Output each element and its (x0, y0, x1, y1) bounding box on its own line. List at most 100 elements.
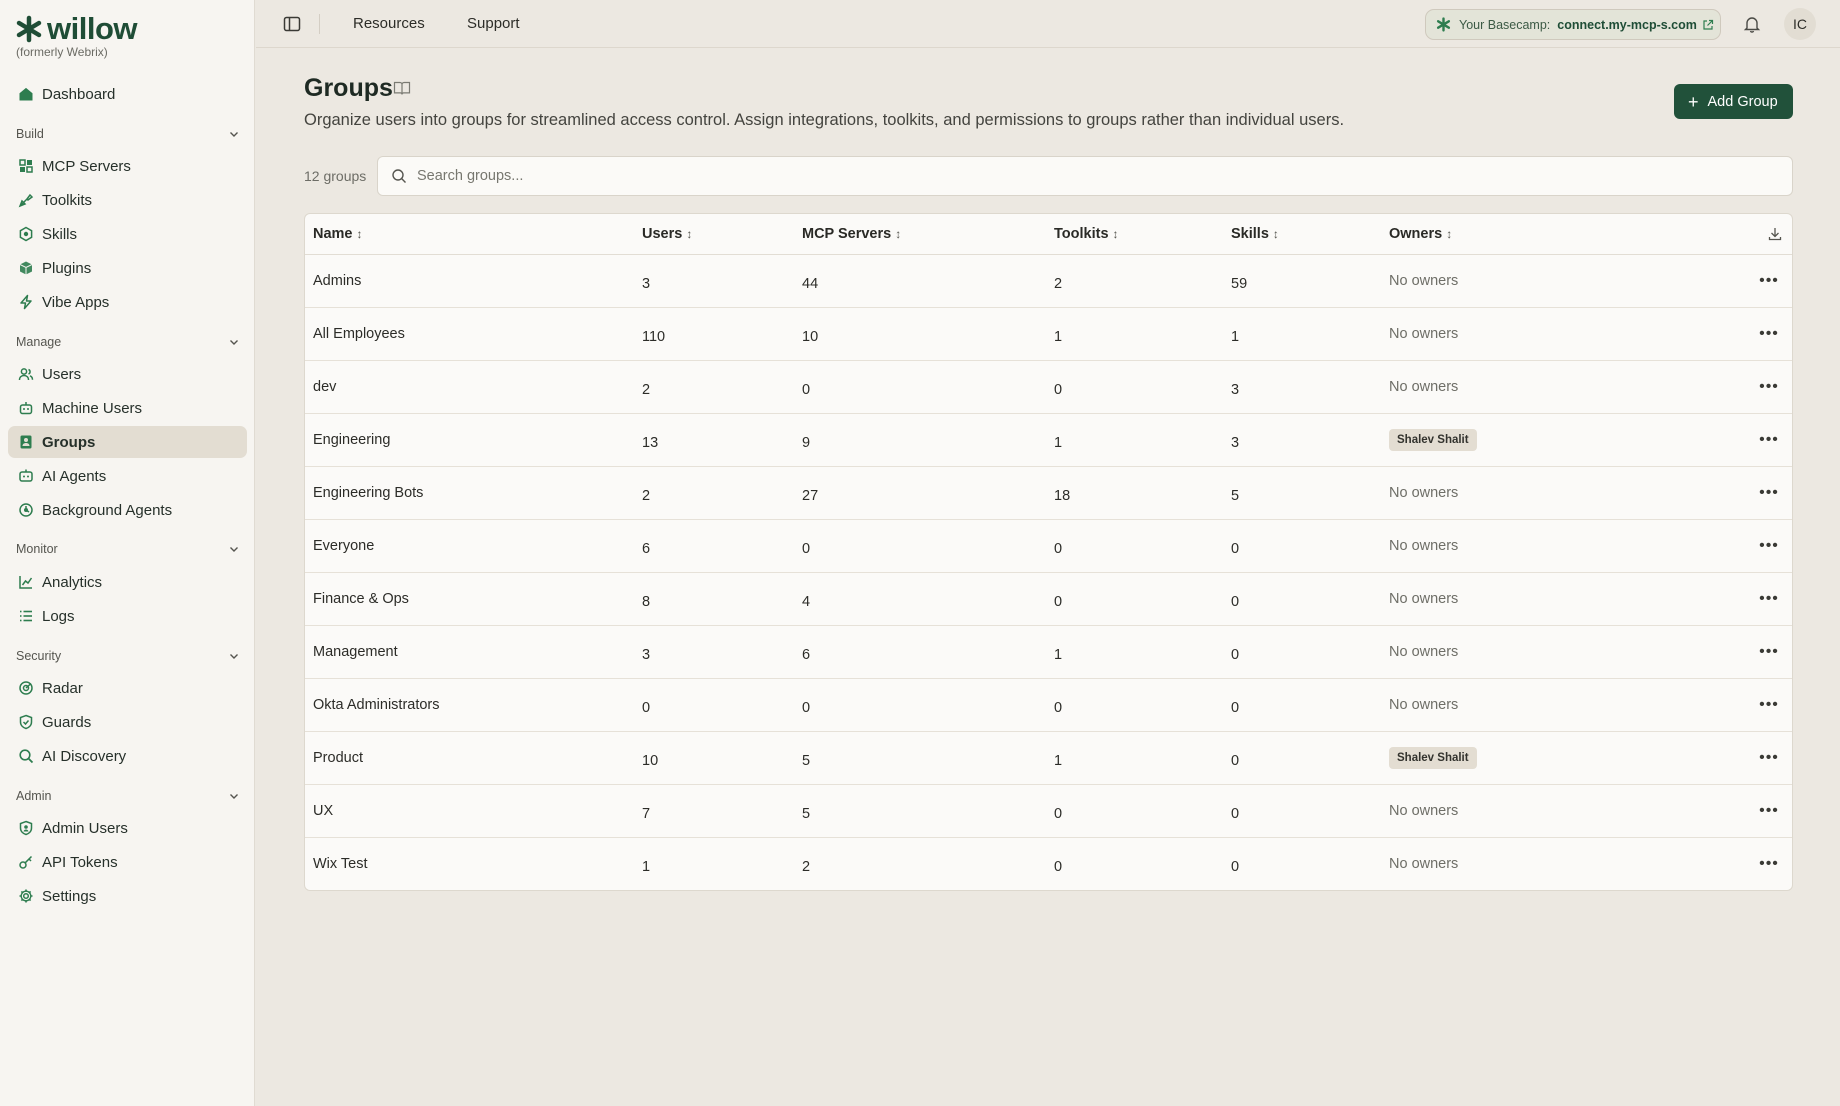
users-count: 10 (642, 753, 659, 769)
column-toolkits[interactable]: Toolkits ↕ (1054, 226, 1119, 242)
page-description: Organize users into groups for streamlin… (304, 111, 1345, 129)
sidebar-item-ai-discovery[interactable]: AI Discovery (8, 740, 247, 772)
group-name[interactable]: Engineering Bots (313, 485, 423, 501)
sidebar-item-label: AI Discovery (42, 747, 127, 765)
table-row[interactable]: Management 3 6 1 0 No owners ••• (305, 626, 1792, 679)
search-input[interactable] (417, 168, 1717, 184)
more-actions-icon[interactable]: ••• (1758, 695, 1780, 715)
more-actions-icon[interactable]: ••• (1758, 748, 1780, 768)
support-link[interactable]: Support (467, 15, 520, 32)
bell-icon[interactable] (1742, 14, 1762, 34)
users-count: 3 (642, 276, 651, 292)
table-row[interactable]: Wix Test 1 2 0 0 No owners ••• (305, 838, 1792, 890)
more-actions-icon[interactable]: ••• (1758, 324, 1780, 344)
table-row[interactable]: Finance & Ops 8 4 0 0 No owners ••• (305, 573, 1792, 626)
column-users[interactable]: Users ↕ (642, 226, 692, 242)
sidebar-item-guards[interactable]: Guards (8, 706, 247, 738)
sidebar-item-api-tokens[interactable]: API Tokens (8, 846, 247, 878)
column-name[interactable]: Name ↕ (313, 226, 363, 242)
table-row[interactable]: Engineering Bots 2 27 18 5 No owners ••• (305, 467, 1792, 520)
basecamp-url[interactable]: connect.my-mcp-s.com (1557, 18, 1697, 32)
sidebar-item-background-agents[interactable]: Background Agents (8, 494, 247, 526)
sidebar-item-plugins[interactable]: Plugins (8, 252, 247, 284)
resources-link[interactable]: Resources (353, 15, 425, 32)
sort-icon: ↕ (1112, 227, 1119, 241)
table-row[interactable]: Product 10 5 1 0 Shalev Shalit ••• (305, 732, 1792, 785)
sidebar-item-vibe-apps[interactable]: Vibe Apps (8, 286, 247, 318)
add-group-button[interactable]: + Add Group (1674, 84, 1793, 119)
more-actions-icon[interactable]: ••• (1758, 483, 1780, 503)
toolkits-count: 18 (1054, 488, 1071, 504)
section-admin[interactable]: Admin (16, 786, 240, 806)
sidebar-item-users[interactable]: Users (8, 358, 247, 390)
download-icon[interactable] (1767, 226, 1783, 242)
more-actions-icon[interactable]: ••• (1758, 271, 1780, 291)
more-actions-icon[interactable]: ••• (1758, 536, 1780, 556)
search-box[interactable] (377, 156, 1793, 196)
skills-count: 0 (1231, 859, 1240, 875)
more-actions-icon[interactable]: ••• (1758, 589, 1780, 609)
group-name[interactable]: dev (313, 379, 336, 395)
more-actions-icon[interactable]: ••• (1758, 854, 1780, 874)
sidebar-item-ai-agents[interactable]: AI Agents (8, 460, 247, 492)
section-monitor[interactable]: Monitor (16, 539, 240, 559)
logo[interactable]: willow (15, 13, 138, 44)
sidebar-item-label: AI Agents (42, 467, 107, 485)
more-actions-icon[interactable]: ••• (1758, 801, 1780, 821)
group-name[interactable]: All Employees (313, 326, 405, 342)
group-name[interactable]: Finance & Ops (313, 591, 409, 607)
sidebar-item-dashboard[interactable]: Dashboard (8, 78, 247, 110)
column-label: MCP Servers (802, 226, 892, 242)
sidebar-toggle-icon[interactable] (282, 14, 302, 34)
sidebar-item-label: Settings (42, 887, 97, 905)
column-skills[interactable]: Skills ↕ (1231, 226, 1279, 242)
basecamp-link[interactable]: Your Basecamp: connect.my-mcp-s.com (1425, 9, 1721, 40)
sort-icon: ↕ (1272, 227, 1279, 241)
group-name[interactable]: Wix Test (313, 856, 368, 872)
sidebar-item-admin-users[interactable]: Admin Users (8, 812, 247, 844)
sidebar-item-radar[interactable]: Radar (8, 672, 247, 704)
toolkits-count: 1 (1054, 329, 1063, 345)
sidebar-item-label: Vibe Apps (42, 293, 110, 311)
toolkits-count: 0 (1054, 859, 1063, 875)
sort-icon: ↕ (356, 227, 363, 241)
group-name[interactable]: Admins (313, 273, 361, 289)
sidebar-item-label: Plugins (42, 259, 92, 277)
table-row[interactable]: dev 2 0 0 3 No owners ••• (305, 361, 1792, 414)
more-actions-icon[interactable]: ••• (1758, 430, 1780, 450)
sidebar-item-machine-users[interactable]: Machine Users (8, 392, 247, 424)
skills-count: 3 (1231, 435, 1240, 451)
table-row[interactable]: Okta Administrators 0 0 0 0 No owners ••• (305, 679, 1792, 732)
table-row[interactable]: UX 7 5 0 0 No owners ••• (305, 785, 1792, 838)
sidebar-item-logs[interactable]: Logs (8, 600, 247, 632)
group-name[interactable]: Everyone (313, 538, 374, 554)
avatar[interactable]: IC (1784, 8, 1816, 40)
sidebar-item-mcp-servers[interactable]: MCP Servers (8, 150, 247, 182)
column-owners[interactable]: Owners ↕ (1389, 226, 1452, 242)
skills-count: 5 (1231, 488, 1240, 504)
sidebar-item-toolkits[interactable]: Toolkits (8, 184, 247, 216)
discovery-icon (18, 748, 34, 764)
toolkits-count: 1 (1054, 753, 1063, 769)
sidebar-item-analytics[interactable]: Analytics (8, 566, 247, 598)
book-icon[interactable] (393, 80, 411, 96)
mcp-servers-count: 2 (802, 859, 811, 875)
group-name[interactable]: Okta Administrators (313, 697, 440, 713)
section-build[interactable]: Build (16, 124, 240, 144)
group-name[interactable]: Engineering (313, 432, 390, 448)
more-actions-icon[interactable]: ••• (1758, 377, 1780, 397)
table-row[interactable]: Engineering 13 9 1 3 Shalev Shalit ••• (305, 414, 1792, 467)
group-name[interactable]: Management (313, 644, 398, 660)
column-mcp-servers[interactable]: MCP Servers ↕ (802, 226, 901, 242)
table-row[interactable]: All Employees 110 10 1 1 No owners ••• (305, 308, 1792, 361)
sidebar-item-skills[interactable]: Skills (8, 218, 247, 250)
group-name[interactable]: UX (313, 803, 333, 819)
table-row[interactable]: Admins 3 44 2 59 No owners ••• (305, 255, 1792, 308)
table-row[interactable]: Everyone 6 0 0 0 No owners ••• (305, 520, 1792, 573)
more-actions-icon[interactable]: ••• (1758, 642, 1780, 662)
section-manage[interactable]: Manage (16, 332, 240, 352)
section-security[interactable]: Security (16, 646, 240, 666)
group-name[interactable]: Product (313, 750, 363, 766)
sidebar-item-settings[interactable]: Settings (8, 880, 247, 912)
sidebar-item-groups[interactable]: Groups (8, 426, 247, 458)
